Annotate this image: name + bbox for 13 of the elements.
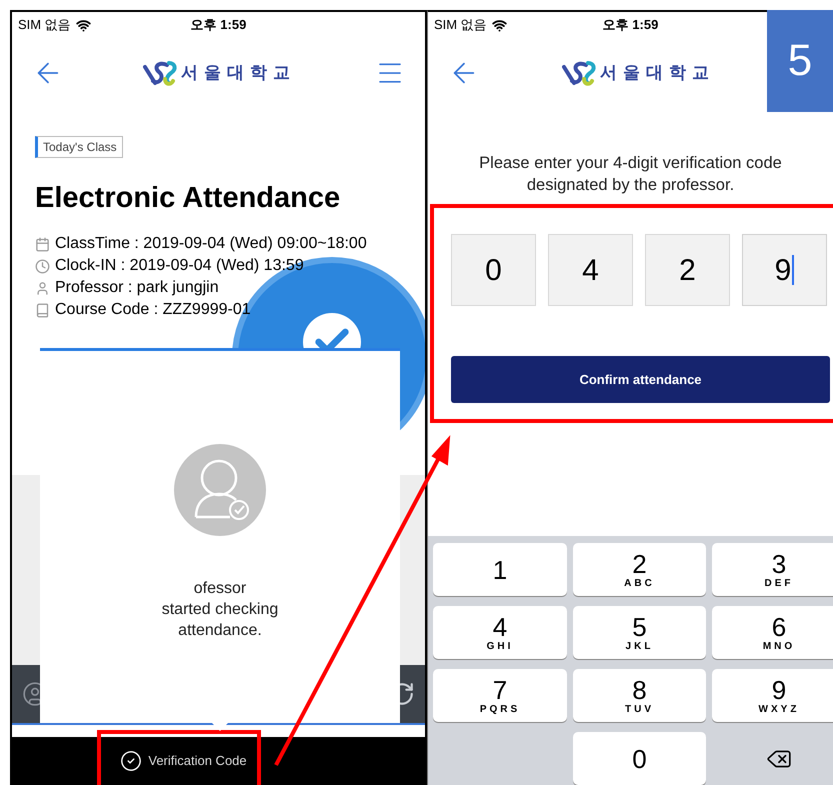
detail-text: ClassTime : 2019-09-04 (Wed) 09:00~18:00 xyxy=(55,234,367,254)
detail-text: Professor : park jungjin xyxy=(55,278,219,298)
clock-time: 오후 1:59 xyxy=(190,16,246,34)
page-title: Electronic Attendance xyxy=(35,181,342,215)
class-tag: Today's Class xyxy=(35,136,123,158)
carrier-label: SIM 없음 xyxy=(18,16,71,34)
popup-message: ofessor started checking attendance. xyxy=(162,579,278,641)
carrier-label: SIM 없음 xyxy=(434,16,487,34)
instruction-text: Please enter your 4-digit verification code designated by the professor. xyxy=(478,153,783,196)
step-badge: 5 xyxy=(767,10,833,112)
logo-text: 서울대학교 xyxy=(600,62,715,84)
clock-time: 오후 1:59 xyxy=(602,16,658,34)
logo-text: 서울대학교 xyxy=(181,62,296,84)
